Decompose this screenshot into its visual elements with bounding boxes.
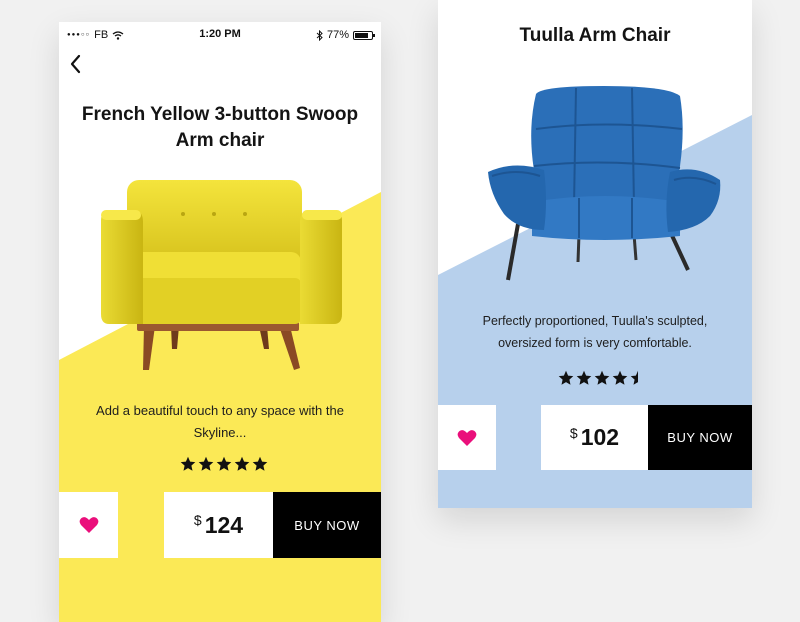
price-value: 102 xyxy=(580,424,620,450)
battery-percent: 77% xyxy=(326,29,349,41)
currency-symbol: $ xyxy=(569,424,578,441)
back-button[interactable] xyxy=(65,52,89,76)
product-description: Add a beautiful touch to any space with … xyxy=(96,403,344,440)
star-full-icon xyxy=(252,456,268,472)
favorite-button[interactable] xyxy=(59,492,118,558)
battery-icon xyxy=(353,30,375,40)
buy-now-button[interactable]: BUY NOW xyxy=(648,405,752,470)
favorite-button[interactable] xyxy=(438,405,496,470)
product-card-blue-chair: Tuulla Arm Chair Perfectly proportioned,… xyxy=(438,0,752,508)
status-bar-right: 77% xyxy=(316,29,375,41)
price-value: 124 xyxy=(204,511,244,538)
star-full-icon xyxy=(612,370,628,386)
star-full-icon xyxy=(558,370,574,386)
heart-icon xyxy=(79,517,98,533)
star-full-icon xyxy=(180,456,196,472)
buy-now-button[interactable]: BUY NOW xyxy=(273,492,381,558)
chevron-left-icon xyxy=(70,54,81,74)
product-card-yellow-chair: ●●●○○ FB 1:20 PM 77% French Yellow 3-but… xyxy=(59,22,381,622)
product-description: Perfectly proportioned, Tuulla's sculpte… xyxy=(482,314,708,350)
star-full-icon xyxy=(576,370,592,386)
product-title: French Yellow 3-button Swoop Arm chair xyxy=(81,104,359,151)
product-title: Tuulla Arm Chair xyxy=(519,25,671,46)
heart-icon xyxy=(457,429,477,446)
blue-armchair-image xyxy=(488,86,721,281)
price-display: $ 124 xyxy=(164,492,273,558)
rating-stars xyxy=(558,370,646,386)
star-full-icon xyxy=(216,456,232,472)
currency-symbol: $ xyxy=(193,512,202,528)
star-full-icon xyxy=(198,456,214,472)
star-full-icon xyxy=(234,456,250,472)
yellow-armchair-image xyxy=(101,180,342,370)
price-display: $ 102 xyxy=(541,405,648,470)
star-half-icon xyxy=(630,370,646,386)
star-full-icon xyxy=(594,370,610,386)
status-bar: ●●●○○ FB 1:20 PM 77% xyxy=(59,22,381,48)
bluetooth-icon xyxy=(316,29,323,41)
rating-stars xyxy=(180,456,268,472)
